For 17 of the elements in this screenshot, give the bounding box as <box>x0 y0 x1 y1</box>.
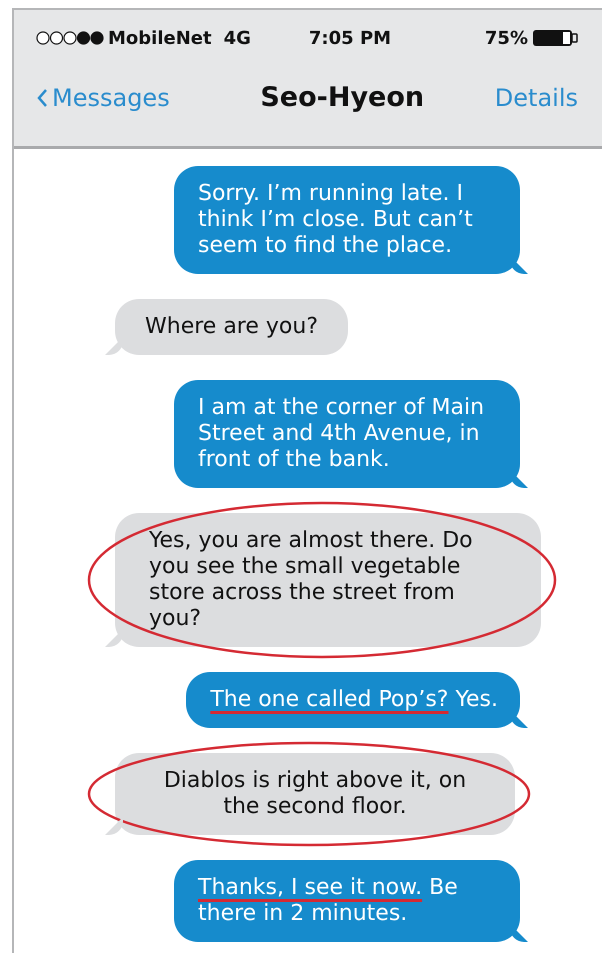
battery-icon <box>532 29 578 47</box>
back-button[interactable]: Messages <box>36 84 170 112</box>
battery-percent: 75% <box>484 28 528 48</box>
message-text: Yes, you are almost there. Do you see the small vegetable store across the street from you? <box>149 528 473 631</box>
clock: 7:05 PM <box>308 28 392 48</box>
chevron-left-icon <box>36 88 48 108</box>
message-text: Sorry. I’m running late. I think I’m close. But can’t seem to find the place. <box>198 181 473 258</box>
message-text: I am at the corner of Main Street and 4th Avenue, in front of the bank. <box>198 395 484 472</box>
message-text: Diablos is right above it, on the second floor. <box>164 768 466 819</box>
network-type: 4G <box>224 28 251 48</box>
details-link[interactable]: Details <box>494 84 578 112</box>
message-text: Thanks, I see it now. Be there in 2 minutes. <box>198 875 458 926</box>
carrier-name: MobileNet <box>108 28 212 48</box>
signal-icon <box>36 31 104 45</box>
message-text: Where are you? <box>145 314 318 339</box>
contact-name: Seo-Hyeon <box>260 82 424 113</box>
message-text: The one called Pop’s? Yes. <box>210 687 498 712</box>
